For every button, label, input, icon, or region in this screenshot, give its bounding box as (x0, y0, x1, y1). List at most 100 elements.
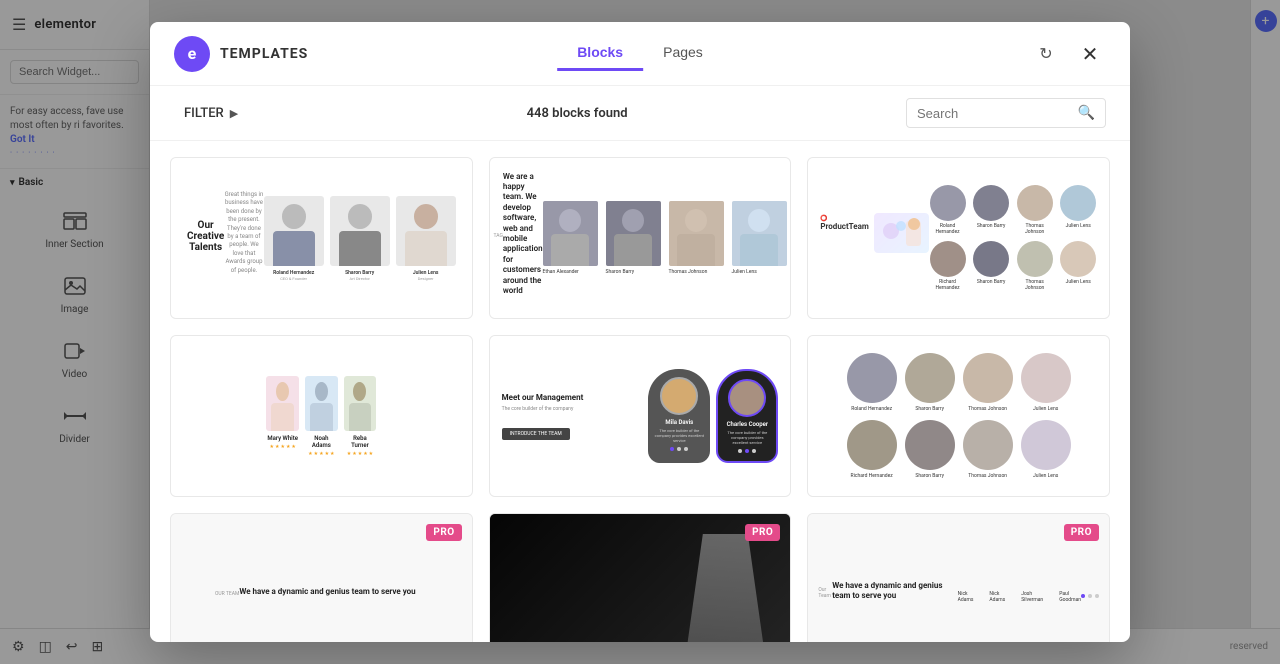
tpl3-m1: Roland Hernandez (929, 185, 967, 235)
modal-tabs: Blocks Pages (557, 36, 723, 71)
tpl4-m1: Mary White ★★★★★ (266, 376, 299, 457)
tpl7-title: We have a dynamic and genius team to ser… (239, 587, 415, 597)
template-card-2[interactable]: TAG We are a happy team. We develop soft… (489, 157, 792, 319)
filter-label: FILTER (184, 106, 224, 121)
template-card-6[interactable]: Roland Hernandez Sharon Barry Thomas Joh… (807, 335, 1110, 497)
tpl5-avatar-2 (728, 379, 766, 417)
template-card-9[interactable]: PRO Our Team We have a dynamic and geniu… (807, 513, 1110, 642)
search-icon: 🔍 (1078, 105, 1095, 121)
tpl1-member-1: Roland Hernandez CEO & Founder (264, 196, 324, 281)
modal-header: e TEMPLATES Blocks Pages ↻ ✕ (150, 22, 1130, 86)
tpl1-title-3: Designer (396, 276, 456, 281)
tpl1-avatar-3 (396, 196, 456, 266)
template-preview-4: Mary White ★★★★★ Noah Adams ★★★★★ (171, 336, 472, 496)
tpl7-tag: OUR TEAM (215, 591, 239, 597)
tpl4-photo-2 (305, 376, 338, 431)
template-card-1[interactable]: Our Creative Talents Great things in bus… (170, 157, 473, 319)
tab-pages[interactable]: Pages (643, 36, 723, 71)
tpl1-member-3: Julien Lens Designer (396, 196, 456, 281)
tpl9-names: Nick Adams Nick Adams Josh Silverman Pau… (958, 591, 1081, 603)
tpl5-left: Meet our Management The core builder of … (502, 393, 639, 440)
template-preview-1: Our Creative Talents Great things in bus… (171, 158, 472, 318)
templates-grid: Our Creative Talents Great things in bus… (170, 157, 1110, 642)
modal-overlay[interactable]: e TEMPLATES Blocks Pages ↻ ✕ FILTER ▶ (0, 0, 1280, 664)
tpl2-name-1: Ethan Alexander (543, 269, 598, 275)
tpl2-member-2: Sharon Barry (606, 201, 661, 275)
templates-modal: e TEMPLATES Blocks Pages ↻ ✕ FILTER ▶ (150, 22, 1130, 642)
tpl3-m5: Richard Hernandez (929, 241, 967, 291)
tpl5-btn: INTRODUCE THE TEAM (502, 428, 570, 440)
tpl2-member-4: Julien Lens (732, 201, 787, 275)
tpl2-team-row: Ethan Alexander Sharon Barry (543, 201, 787, 275)
tpl5-name-2: Charles Cooper (724, 421, 770, 428)
tpl3-illustration (874, 213, 929, 253)
modal-title: TEMPLATES (220, 46, 308, 62)
header-actions: ↻ ✕ (1030, 38, 1106, 70)
tpl1-avatar-1 (264, 196, 324, 266)
tpl3-grid: Roland Hernandez Sharon Barry Thomas Joh… (929, 185, 1097, 291)
tpl5-title: Meet our Management (502, 393, 639, 402)
tpl4-m3: Reba Turner ★★★★★ (344, 376, 377, 457)
tpl5-name-1: Mila Davis (654, 419, 704, 426)
template-card-3[interactable]: ⭕ ProductTeam (807, 157, 1110, 319)
template-preview-2: TAG We are a happy team. We develop soft… (490, 158, 791, 318)
tpl3-m3: Thomas Johnson (1016, 185, 1054, 235)
tpl3-m6: Sharon Barry (972, 241, 1010, 291)
tpl5-cards: Mila Davis The core builder of the compa… (648, 369, 778, 464)
tpl6-m1: Roland Hernandez (847, 353, 897, 412)
close-button[interactable]: ✕ (1074, 38, 1106, 70)
tpl8-person-silhouette (680, 534, 770, 642)
pro-badge-8: PRO (745, 524, 780, 541)
pro-badge-7: PRO (426, 524, 461, 541)
tpl7-photos (416, 572, 428, 617)
results-count: 448 blocks found (264, 106, 890, 121)
search-box[interactable]: 🔍 (906, 98, 1106, 128)
tab-blocks[interactable]: Blocks (557, 36, 643, 71)
header-wrapper: e TEMPLATES Blocks Pages ↻ ✕ (174, 36, 1106, 72)
template-card-7[interactable]: PRO OUR TEAM We have a dynamic and geniu… (170, 513, 473, 642)
tpl2-photo-1 (543, 201, 598, 266)
tpl9-title: We have a dynamic and genius team to ser… (832, 581, 945, 602)
tpl4-team-row: Mary White ★★★★★ Noah Adams ★★★★★ (266, 376, 376, 457)
tpl4-photo-1 (266, 376, 299, 431)
tpl9-tag: Our Team (818, 587, 832, 599)
tpl1-team-row: Roland Hernandez CEO & Founder Sharon Ba… (264, 196, 456, 281)
tpl2-tag: TAG (493, 233, 502, 239)
tpl6-m6: Sharon Barry (905, 420, 955, 479)
tpl4-photo-3 (344, 376, 377, 431)
tpl1-member-2: Sharon Barry Art Director (330, 196, 390, 281)
tpl5-avatar-1 (660, 377, 698, 415)
filter-button[interactable]: FILTER ▶ (174, 100, 248, 127)
tpl5-subtitle: The core builder of the company (502, 406, 639, 412)
tpl6-m4: Julien Lens (1021, 353, 1071, 412)
modal-content[interactable]: Our Creative Talents Great things in bus… (150, 141, 1130, 642)
tpl6-m7: Thomas Johnson (963, 420, 1013, 479)
modal-logo: e (174, 36, 210, 72)
refresh-button[interactable]: ↻ (1030, 38, 1062, 70)
tpl3-m4: Julien Lens (1059, 185, 1097, 235)
tpl2-member-1: Ethan Alexander (543, 201, 598, 275)
tpl6-m3: Thomas Johnson (963, 353, 1013, 412)
filter-arrow-icon: ▶ (230, 107, 238, 120)
search-input[interactable] (917, 106, 1072, 121)
tpl3-m8: Julien Lens (1059, 241, 1097, 291)
template-card-5[interactable]: Meet our Management The core builder of … (489, 335, 792, 497)
template-preview-5: Meet our Management The core builder of … (490, 336, 791, 496)
template-card-8[interactable]: PRO Meet The Team Great things in busine… (489, 513, 792, 642)
tpl5-desc-1: The core builder of the company provides… (654, 428, 704, 444)
tpl6-m2: Sharon Barry (905, 353, 955, 412)
pro-badge-9: PRO (1064, 524, 1099, 541)
tpl1-title-2: Art Director (330, 276, 390, 281)
template-card-4[interactable]: Mary White ★★★★★ Noah Adams ★★★★★ (170, 335, 473, 497)
tpl2-name-2: Sharon Barry (606, 269, 661, 275)
tpl4-m2: Noah Adams ★★★★★ (305, 376, 338, 457)
tpl3-m2: Sharon Barry (972, 185, 1010, 235)
tpl2-photo-2 (606, 201, 661, 266)
tpl6-m5: Richard Hernandez (847, 420, 897, 479)
tpl6-grid: Roland Hernandez Sharon Barry Thomas Joh… (847, 353, 1071, 479)
modal-toolbar: FILTER ▶ 448 blocks found 🔍 (150, 86, 1130, 141)
tpl5-person-2: Charles Cooper The core builder of the c… (716, 369, 778, 464)
tpl5-desc-2: The core builder of the company provides… (724, 430, 770, 446)
tpl6-m8: Julien Lens (1021, 420, 1071, 479)
tpl2-photo-4 (732, 201, 787, 266)
